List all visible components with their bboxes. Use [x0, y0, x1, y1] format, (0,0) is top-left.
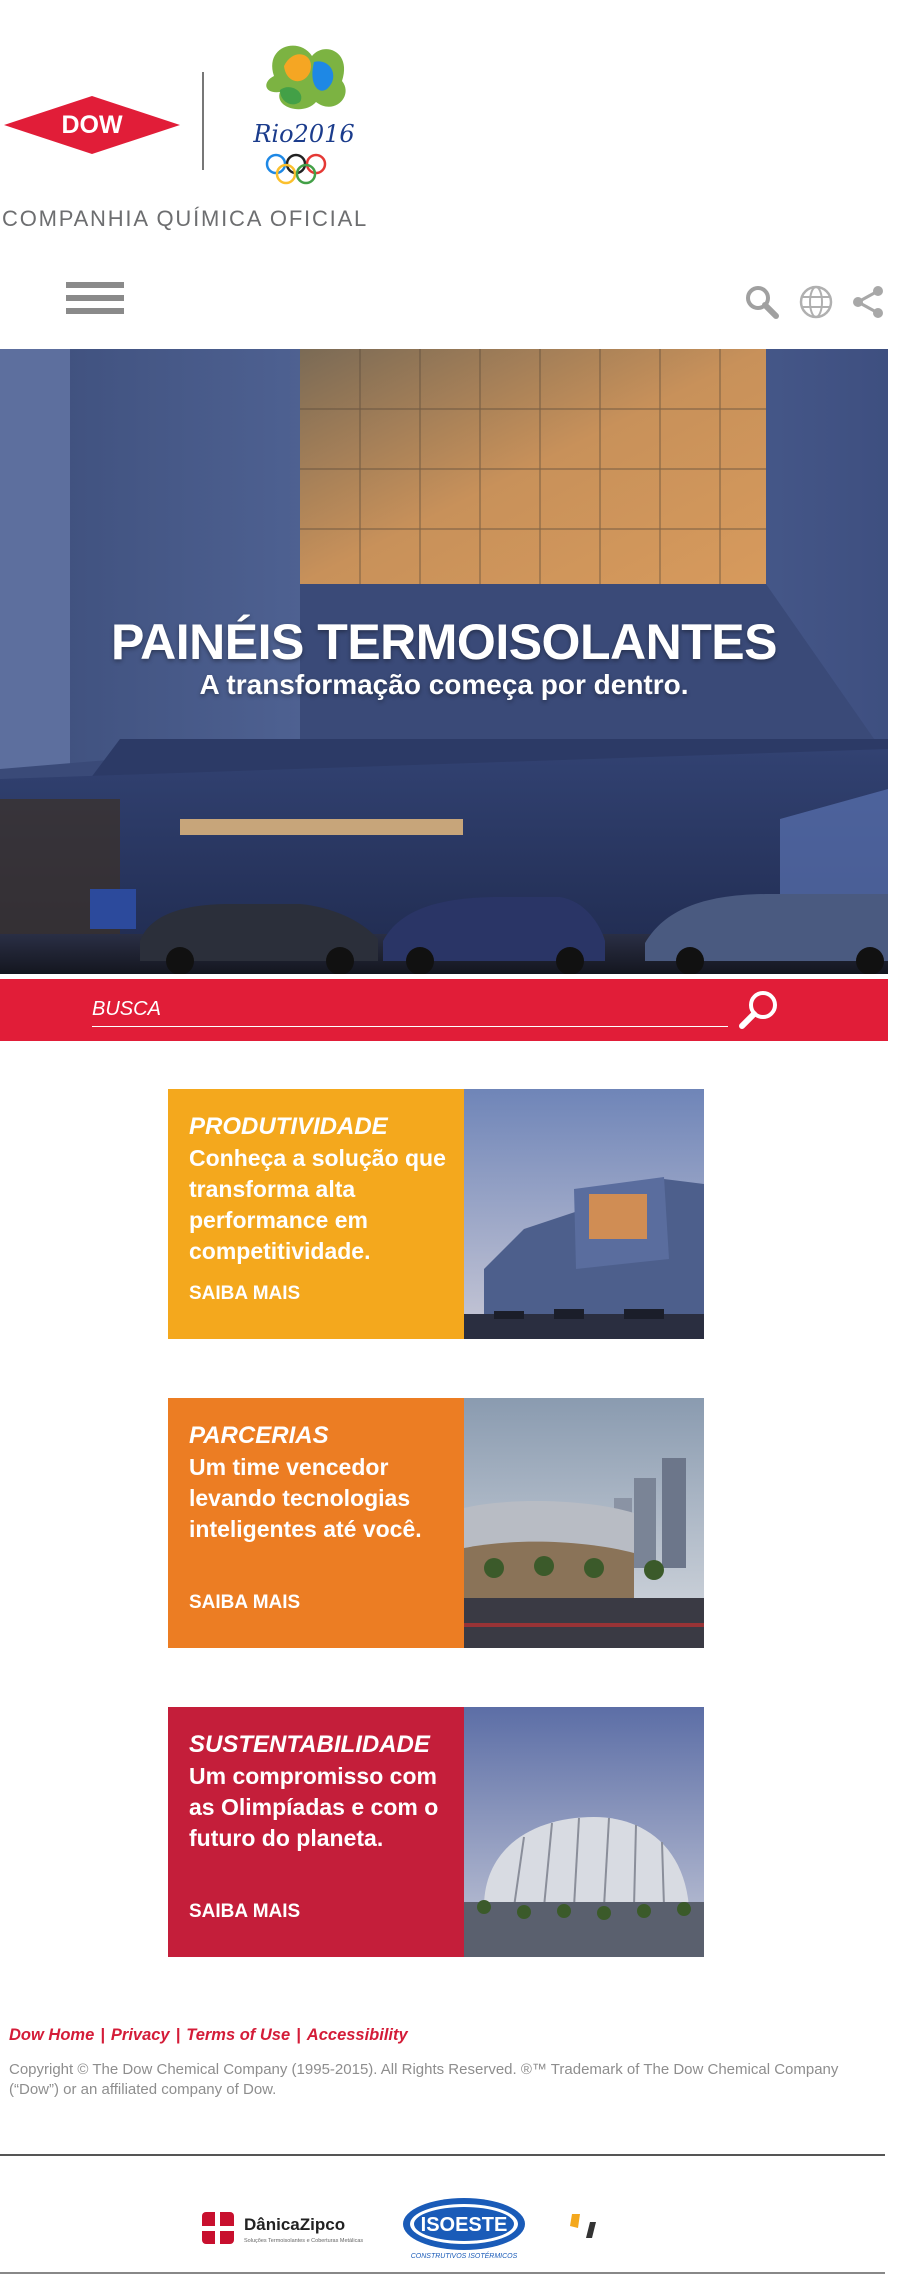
card-image-arena [464, 1398, 704, 1648]
hero-sign [90, 889, 136, 929]
search-submit-icon[interactable] [736, 987, 782, 1033]
svg-text:Soluções Termoisolantes e Cobe: Soluções Termoisolantes e Coberturas Met… [244, 2238, 363, 2244]
footer-link-terms[interactable]: Terms of Use [186, 2026, 290, 2044]
rio2016-logo: Rio2016 [252, 45, 355, 185]
footer-divider [0, 2154, 885, 2156]
card-text: Conheça a solução que transforma alta pe… [189, 1145, 446, 1264]
footer-links: Dow Home | Privacy | Terms of Use | Accessibil… [9, 2026, 408, 2045]
search-bar [0, 979, 888, 1041]
saiba-mais-link[interactable]: SAIBA MAIS [189, 1592, 300, 1614]
card-title: SUSTENTABILIDADE [189, 1731, 430, 1758]
card-produtividade[interactable]: PRODUTIVIDADE Conheça a solução que tran… [168, 1089, 704, 1339]
footer-link-accessibility[interactable]: Accessibility [307, 2026, 408, 2044]
hero-title: PAINÉIS TERMOISOLANTES [111, 614, 777, 670]
tagline: COMPANHIA QUÍMICA OFICIAL [2, 206, 369, 231]
page-header: DOW Rio2016 COMPANHIA QUÍMICA OFICIAL [0, 0, 898, 340]
card-parcerias[interactable]: PARCERIAS Um time vencedor levando tecno… [168, 1398, 704, 1648]
svg-text:ISOESTE: ISOESTE [421, 2214, 508, 2236]
card-panel: SUSTENTABILIDADE Um compromisso com as O… [168, 1707, 464, 1957]
copyright-text: Copyright © The Dow Chemical Company (19… [9, 2061, 839, 2098]
partner-logo-danicazipco[interactable]: DânicaZipco Soluções Termoisolantes e Co… [200, 2208, 380, 2248]
card-image-building [464, 1089, 704, 1339]
menu-icon[interactable] [66, 282, 124, 318]
card-text: Um time vencedor levando tecnologias int… [189, 1454, 422, 1542]
saiba-mais-link[interactable]: SAIBA MAIS [189, 1901, 300, 1923]
card-panel: PARCERIAS Um time vencedor levando tecno… [168, 1398, 464, 1648]
search-input[interactable] [92, 993, 728, 1027]
link-separator: | [296, 2026, 301, 2044]
search-icon[interactable] [742, 282, 782, 322]
partner-logo-isoeste[interactable]: ISOESTE CONSTRUTIVOS ISOTÉRMICOS [400, 2196, 530, 2262]
card-text: Um compromisso com as Olimpíadas e com o… [189, 1763, 439, 1851]
svg-text:Rio2016: Rio2016 [252, 120, 354, 148]
svg-text:CONSTRUTIVOS ISOTÉRMICOS: CONSTRUTIVOS ISOTÉRMICOS [411, 2251, 518, 2260]
globe-icon[interactable] [796, 282, 836, 322]
footer-link-privacy[interactable]: Privacy [111, 2026, 170, 2044]
card-title: PRODUTIVIDADE [189, 1113, 388, 1140]
card-image-stadium [464, 1707, 704, 1957]
card-sustentabilidade[interactable]: SUSTENTABILIDADE Um compromisso com as O… [168, 1707, 704, 1957]
hero-banner[interactable]: PAINÉIS TERMOISOLANTES A transformação c… [0, 349, 888, 974]
card-title: PARCERIAS [189, 1422, 329, 1449]
svg-text:DOW: DOW [61, 111, 123, 139]
link-separator: | [100, 2026, 105, 2044]
share-icon[interactable] [848, 282, 888, 322]
link-separator: | [175, 2026, 181, 2044]
card-panel: PRODUTIVIDADE Conheça a solução que tran… [168, 1089, 464, 1339]
partner-logo-partial[interactable] [566, 2212, 602, 2244]
hero-subtitle: A transformação começa por dentro. [199, 669, 689, 700]
logo-divider [202, 72, 204, 170]
saiba-mais-link[interactable]: SAIBA MAIS [189, 1283, 300, 1305]
footer-link-dow-home[interactable]: Dow Home [9, 2026, 94, 2044]
svg-text:DânicaZipco: DânicaZipco [244, 2215, 345, 2234]
bottom-divider [0, 2272, 885, 2274]
dow-logo[interactable]: DOW [4, 96, 180, 154]
